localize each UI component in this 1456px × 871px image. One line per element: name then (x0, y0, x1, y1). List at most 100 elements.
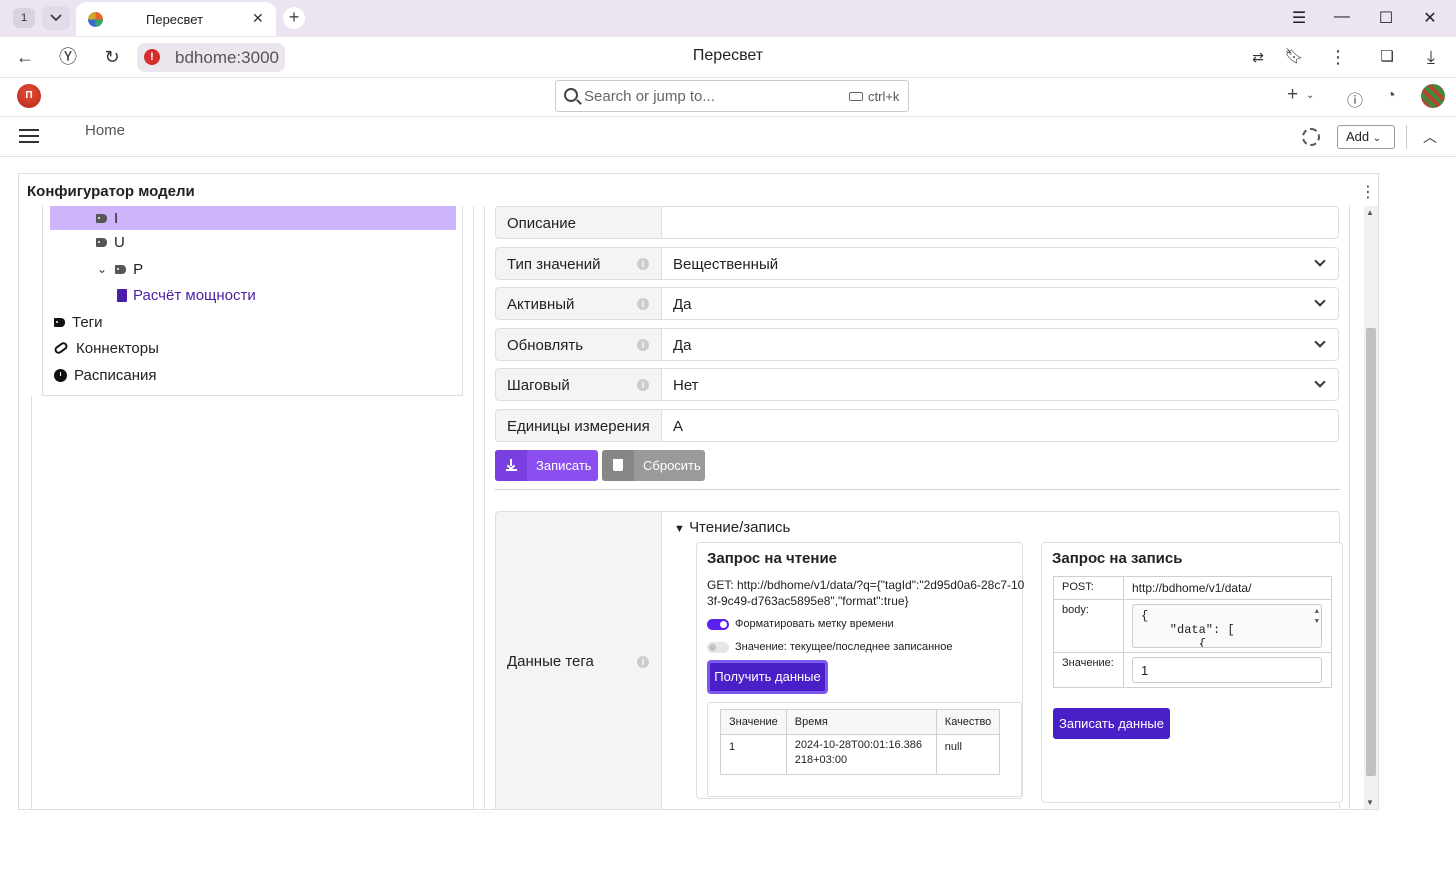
add-button[interactable]: Add ⌄ (1337, 125, 1395, 149)
update-select[interactable]: Да (662, 328, 1339, 361)
back-icon[interactable]: ← (14, 46, 36, 68)
download-icon[interactable]: ⤓ (1420, 46, 1442, 68)
translate-icon[interactable]: ⇄ (1247, 46, 1269, 68)
value-label: Значение: (1053, 652, 1124, 688)
browser-tab-active[interactable]: Пересвет ✕ (76, 2, 276, 36)
new-tab-button[interactable]: + (283, 7, 305, 29)
units-input[interactable]: А (662, 409, 1339, 442)
chevron-down-icon[interactable]: ⌄ (1306, 90, 1314, 101)
table-header-row: Значение Время Качество (720, 709, 1001, 735)
more-vertical-icon[interactable]: ⋮ (1360, 182, 1376, 202)
close-icon[interactable]: ✕ (252, 10, 264, 27)
chevron-down-icon[interactable]: ⌄ (97, 262, 107, 276)
reset-button[interactable]: Сбросить (602, 450, 705, 481)
get-data-button[interactable]: Получить данные (707, 660, 828, 694)
write-value-input[interactable]: 1 (1132, 657, 1322, 683)
value-mode-toggle[interactable] (707, 642, 729, 653)
tab-list-button[interactable] (42, 6, 70, 30)
column-header: Время (785, 709, 937, 735)
value-mode-label: Значение: текущее/последнее записанное (735, 641, 953, 653)
save-button[interactable]: Записать (495, 450, 598, 481)
field-label-text: Шаговый (507, 377, 570, 394)
tab-count-badge[interactable]: 1 (13, 8, 35, 28)
field-label: Единицы измерения (495, 409, 662, 442)
hamburger-menu-icon[interactable] (19, 129, 39, 144)
address-bar: ← Ⓨ ↻ ! bdhome:3000 Пересвет ⇄ 🔖︎ ⋮ ❏ ⤓ (0, 37, 1456, 78)
value-cell: 1 (1123, 652, 1332, 688)
scrollbar-thumb[interactable] (1366, 328, 1376, 776)
tag-icon (96, 237, 107, 247)
avatar[interactable] (1421, 84, 1445, 108)
minimize-icon[interactable]: — (1332, 8, 1352, 26)
chevron-down-icon: ⌄ (1372, 133, 1382, 144)
field-label: Обновлять i (495, 328, 662, 361)
chevron-up-icon[interactable]: ︿ (1423, 127, 1437, 147)
field-label-text: Обновлять (507, 337, 584, 354)
select-value: Да (673, 337, 692, 354)
vertical-scrollbar[interactable]: ▲ ▼ (1364, 206, 1378, 809)
info-icon[interactable]: i (637, 298, 649, 310)
download-icon (495, 450, 527, 481)
app-logo[interactable]: П (17, 84, 41, 108)
maximize-icon[interactable]: ☐ (1376, 8, 1396, 28)
link-icon (52, 340, 70, 356)
info-icon[interactable]: i (637, 656, 649, 668)
yandex-icon[interactable]: Ⓨ (57, 46, 79, 68)
info-icon[interactable]: i (637, 339, 649, 351)
tags-icon (54, 317, 65, 327)
save-button-label: Записать (536, 458, 592, 473)
scroll-up-icon[interactable]: ▲ (1366, 208, 1374, 217)
step-select[interactable]: Нет (662, 368, 1339, 401)
breadcrumb-home[interactable]: Home (85, 122, 125, 139)
field-value-type: Тип значений i Вещественный (495, 247, 1340, 280)
gear-icon[interactable] (1302, 128, 1320, 146)
tree-item-i[interactable]: I (50, 206, 456, 230)
format-timestamp-toggle[interactable] (707, 619, 729, 630)
read-write-toggle[interactable]: ▼ Чтение/запись (674, 519, 790, 536)
menu-icon[interactable]: ☰ (1289, 8, 1309, 28)
tree-item-label: Расчёт мощности (133, 286, 256, 304)
tree-item-label: Расписания (74, 366, 157, 384)
tree-item-p[interactable]: ⌄ P (97, 257, 143, 281)
info-icon[interactable]: i (637, 258, 649, 270)
column-header: Значение (720, 709, 787, 735)
active-select[interactable]: Да (662, 287, 1339, 320)
plus-icon[interactable]: + (1287, 84, 1298, 106)
description-input[interactable] (662, 206, 1339, 239)
select-value: Вещественный (673, 256, 779, 273)
tree-item-u[interactable]: U (96, 230, 125, 254)
search-input[interactable] (584, 86, 834, 106)
collections-icon[interactable]: ❏ (1376, 46, 1398, 68)
cell-time: 2024-10-28T00:01:16.386218+03:00 (785, 734, 937, 775)
chevron-down-icon (1314, 376, 1326, 388)
browser-tabstrip: 1 Пересвет ✕ + ☰ — ☐ ✕ (0, 0, 1456, 37)
close-window-icon[interactable]: ✕ (1420, 8, 1440, 28)
column-header: Качество (935, 709, 1001, 735)
reload-icon[interactable]: ↻ (101, 46, 123, 68)
table-row: 1 2024-10-28T00:01:16.386218+03:00 null (720, 734, 1001, 775)
tree-item-schedules[interactable]: Расписания (54, 363, 156, 387)
bookmark-icon[interactable]: 🔖︎ (1283, 46, 1305, 68)
tree-item-label: Коннекторы (76, 339, 159, 357)
scroll-down-icon[interactable]: ▼ (1366, 798, 1374, 807)
value-type-select[interactable]: Вещественный (662, 247, 1339, 280)
rss-icon[interactable]: ◔ (1386, 87, 1396, 105)
field-label: Активный i (495, 287, 662, 320)
add-button-label: Add (1346, 129, 1370, 144)
write-data-button[interactable]: Записать данные (1053, 708, 1170, 739)
scroll-arrows-icon[interactable]: ▲ ▼ (1315, 607, 1319, 627)
url-field[interactable]: ! bdhome:3000 (137, 43, 285, 72)
info-icon[interactable]: i (637, 379, 649, 391)
tree-item-connectors[interactable]: Коннекторы (52, 336, 159, 360)
script-file-icon (117, 288, 127, 302)
field-units: Единицы измерения А (495, 409, 1340, 442)
body-textarea[interactable]: { "data": [ {▲ ▼ (1132, 604, 1322, 648)
tree-item-tags[interactable]: Теги (54, 310, 103, 334)
tree-item-power-calc[interactable]: Расчёт мощности (117, 283, 256, 307)
help-icon[interactable]: ⓘ (1347, 87, 1363, 111)
warning-icon[interactable]: ! (144, 49, 160, 65)
select-value: Нет (673, 377, 699, 394)
more-vertical-icon[interactable]: ⋮ (1327, 46, 1349, 68)
search-box[interactable]: ctrl+k (555, 80, 909, 112)
chevron-down-icon (50, 14, 62, 22)
